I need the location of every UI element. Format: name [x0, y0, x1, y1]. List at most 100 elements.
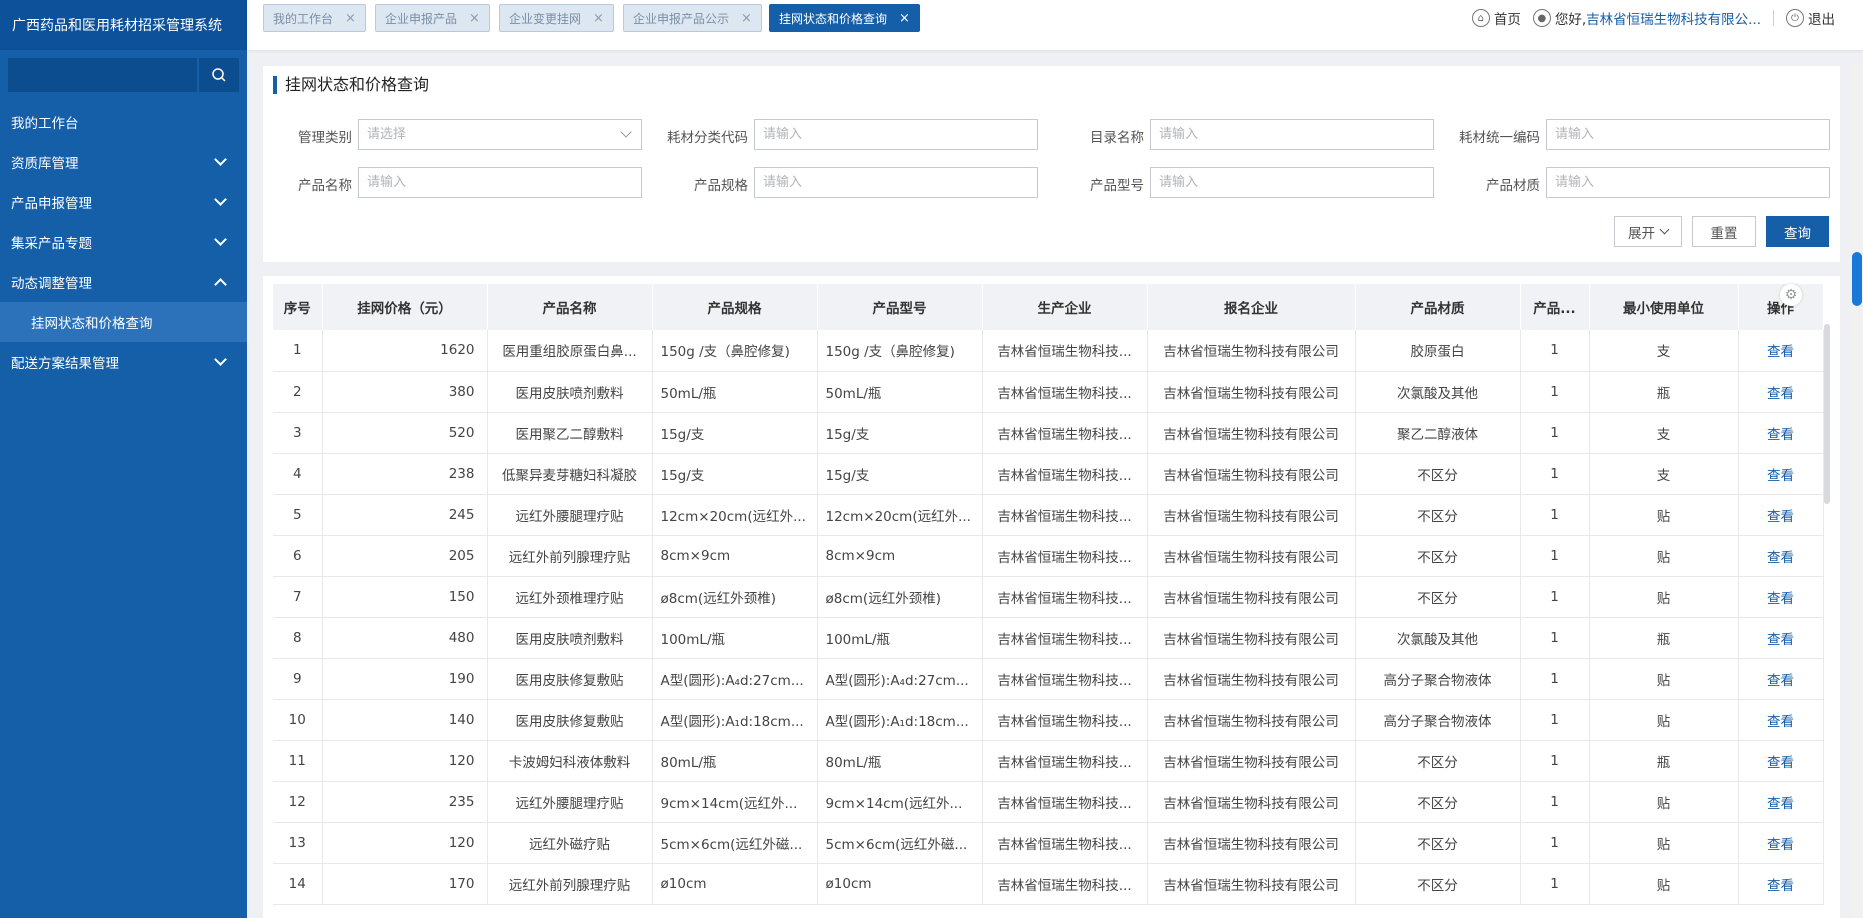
close-icon[interactable]: × — [899, 11, 910, 26]
table-cell: 6 — [273, 535, 323, 577]
table-cell: 远红外前列腺理疗贴 — [487, 535, 653, 577]
expand-button[interactable]: 展开 — [1614, 216, 1682, 247]
tab-change-listing[interactable]: 企业变更挂网 × — [499, 4, 614, 32]
unified-code-input[interactable]: 请输入 — [1546, 119, 1830, 150]
table-cell: 9 — [273, 658, 323, 700]
view-link[interactable]: 查看 — [1767, 468, 1794, 484]
column-header: 产品名称 — [487, 284, 653, 330]
sidebar-item-qualification[interactable]: 资质库管理 — [0, 142, 247, 182]
sidebar-item-workbench[interactable]: 我的工作台 — [0, 102, 247, 142]
table-cell: 12cm×20cm(远红外... — [652, 494, 818, 536]
close-icon[interactable]: × — [741, 11, 752, 26]
table-cell-action: 查看 — [1738, 740, 1824, 782]
table-scrollbar[interactable] — [1824, 324, 1830, 504]
table-cell: 瓶 — [1589, 371, 1739, 413]
field-label: 产品材质 — [1486, 178, 1540, 194]
table-cell: 不区分 — [1355, 863, 1521, 905]
reset-button[interactable]: 重置 — [1692, 216, 1756, 247]
table-cell: 不区分 — [1355, 535, 1521, 577]
tab-product-declare[interactable]: 企业申报产品 × — [375, 4, 490, 32]
close-icon[interactable]: × — [345, 11, 356, 26]
sidebar-item-label: 产品申报管理 — [11, 196, 92, 212]
field-label: 耗材统一编码 — [1459, 130, 1540, 146]
search-button[interactable] — [199, 58, 239, 92]
view-link[interactable]: 查看 — [1767, 591, 1794, 607]
logout-link[interactable]: 退出 — [1808, 8, 1835, 28]
view-link[interactable]: 查看 — [1767, 386, 1794, 402]
query-button[interactable]: 查询 — [1766, 216, 1829, 247]
table-row: 8 480 医用皮肤喷剂敷料 100mL/瓶 100mL/瓶 吉林省恒瑞生物科技... 吉林… — [273, 617, 1824, 659]
table-cell: 80mL/瓶 — [817, 740, 983, 782]
table-cell: 吉林省恒瑞生物科技... — [982, 330, 1148, 372]
view-link[interactable]: 查看 — [1767, 344, 1794, 360]
table-cell: 8cm×9cm — [652, 535, 818, 577]
tab-label: 挂网状态和价格查询 — [779, 11, 888, 26]
menu-search-input[interactable] — [8, 58, 197, 92]
sidebar-search — [8, 58, 239, 92]
column-header: 序号 — [273, 284, 323, 330]
table-cell: 远红外颈椎理疗贴 — [487, 576, 653, 618]
sidebar-item-delivery[interactable]: 配送方案结果管理 — [0, 342, 247, 382]
tab-price-query[interactable]: 挂网状态和价格查询 × — [769, 4, 920, 32]
page-scrollbar[interactable] — [1851, 64, 1863, 918]
tab-label: 企业申报产品 — [385, 11, 458, 26]
table-cell: 120 — [322, 740, 488, 782]
table-cell: 1620 — [322, 330, 488, 372]
view-link[interactable]: 查看 — [1767, 550, 1794, 566]
view-link[interactable]: 查看 — [1767, 837, 1794, 853]
view-link[interactable]: 查看 — [1767, 509, 1794, 525]
table-cell: 远红外前列腺理疗贴 — [487, 863, 653, 905]
table-cell: 吉林省恒瑞生物科技... — [982, 699, 1148, 741]
company-name[interactable]: 吉林省恒瑞生物科技有限公... — [1586, 8, 1761, 28]
table-cell-action: 查看 — [1738, 330, 1824, 372]
table-cell: 170 — [322, 863, 488, 905]
table-cell: 150 — [322, 576, 488, 618]
view-link[interactable]: 查看 — [1767, 714, 1794, 730]
table-cell: A型(圆形):A₁d:18cm... — [652, 699, 818, 741]
table-cell: 吉林省恒瑞生物科技... — [982, 535, 1148, 577]
view-link[interactable]: 查看 — [1767, 632, 1794, 648]
table-cell: 吉林省恒瑞生物科技有限公司 — [1147, 371, 1356, 413]
table-cell: 吉林省恒瑞生物科技有限公司 — [1147, 412, 1356, 454]
table-cell: 吉林省恒瑞生物科技... — [982, 822, 1148, 864]
table-cell: 瓶 — [1589, 740, 1739, 782]
view-link[interactable]: 查看 — [1767, 796, 1794, 812]
product-material-input[interactable]: 请输入 — [1546, 167, 1830, 198]
view-link[interactable]: 查看 — [1767, 878, 1794, 894]
table-cell: 支 — [1589, 453, 1739, 495]
home-link[interactable]: 首页 — [1494, 8, 1521, 28]
view-link[interactable]: 查看 — [1767, 427, 1794, 443]
table-cell: 不区分 — [1355, 494, 1521, 536]
table-cell: 支 — [1589, 412, 1739, 454]
sidebar-item-product-declare[interactable]: 产品申报管理 — [0, 182, 247, 222]
table-cell: 医用皮肤喷剂敷料 — [487, 371, 653, 413]
sidebar-item-dynamic-adjust[interactable]: 动态调整管理 — [0, 262, 247, 302]
tab-product-publicity[interactable]: 企业申报产品公示 × — [623, 4, 762, 32]
table-cell: 14 — [273, 863, 323, 905]
table-cell: 吉林省恒瑞生物科技... — [982, 863, 1148, 905]
table-cell: 520 — [322, 412, 488, 454]
table-row: 13 120 远红外磁疗贴 5cm×6cm(远红外磁... 5cm×6cm(远红外磁..… — [273, 822, 1824, 864]
table-cell: 190 — [322, 658, 488, 700]
close-icon[interactable]: × — [469, 11, 480, 26]
view-link[interactable]: 查看 — [1767, 755, 1794, 771]
page-title: 挂网状态和价格查询 — [273, 76, 429, 94]
tab-workbench[interactable]: 我的工作台 × — [263, 4, 366, 32]
column-header: 生产企业 — [982, 284, 1148, 330]
sidebar-subitem-price-query[interactable]: 挂网状态和价格查询 — [0, 302, 247, 342]
sidebar-item-procurement[interactable]: 集采产品专题 — [0, 222, 247, 262]
settings-icon[interactable]: ⚙ — [1780, 284, 1802, 306]
table-cell: 吉林省恒瑞生物科技... — [982, 576, 1148, 618]
table-cell: 140 — [322, 699, 488, 741]
table-cell: 聚乙二醇液体 — [1355, 412, 1521, 454]
view-link[interactable]: 查看 — [1767, 673, 1794, 689]
table-cell: 50mL/瓶 — [652, 371, 818, 413]
table-cell-action: 查看 — [1738, 535, 1824, 577]
sidebar: 广西药品和医用耗材招采管理系统 我的工作台 资质库管理 产品申报管理 集采产品专… — [0, 0, 247, 918]
tab-label: 我的工作台 — [273, 11, 334, 26]
scrollbar-thumb[interactable] — [1852, 252, 1862, 306]
close-icon[interactable]: × — [593, 11, 604, 26]
chevron-down-icon — [1659, 224, 1670, 235]
table-cell-action: 查看 — [1738, 699, 1824, 741]
table-cell-action: 查看 — [1738, 658, 1824, 700]
